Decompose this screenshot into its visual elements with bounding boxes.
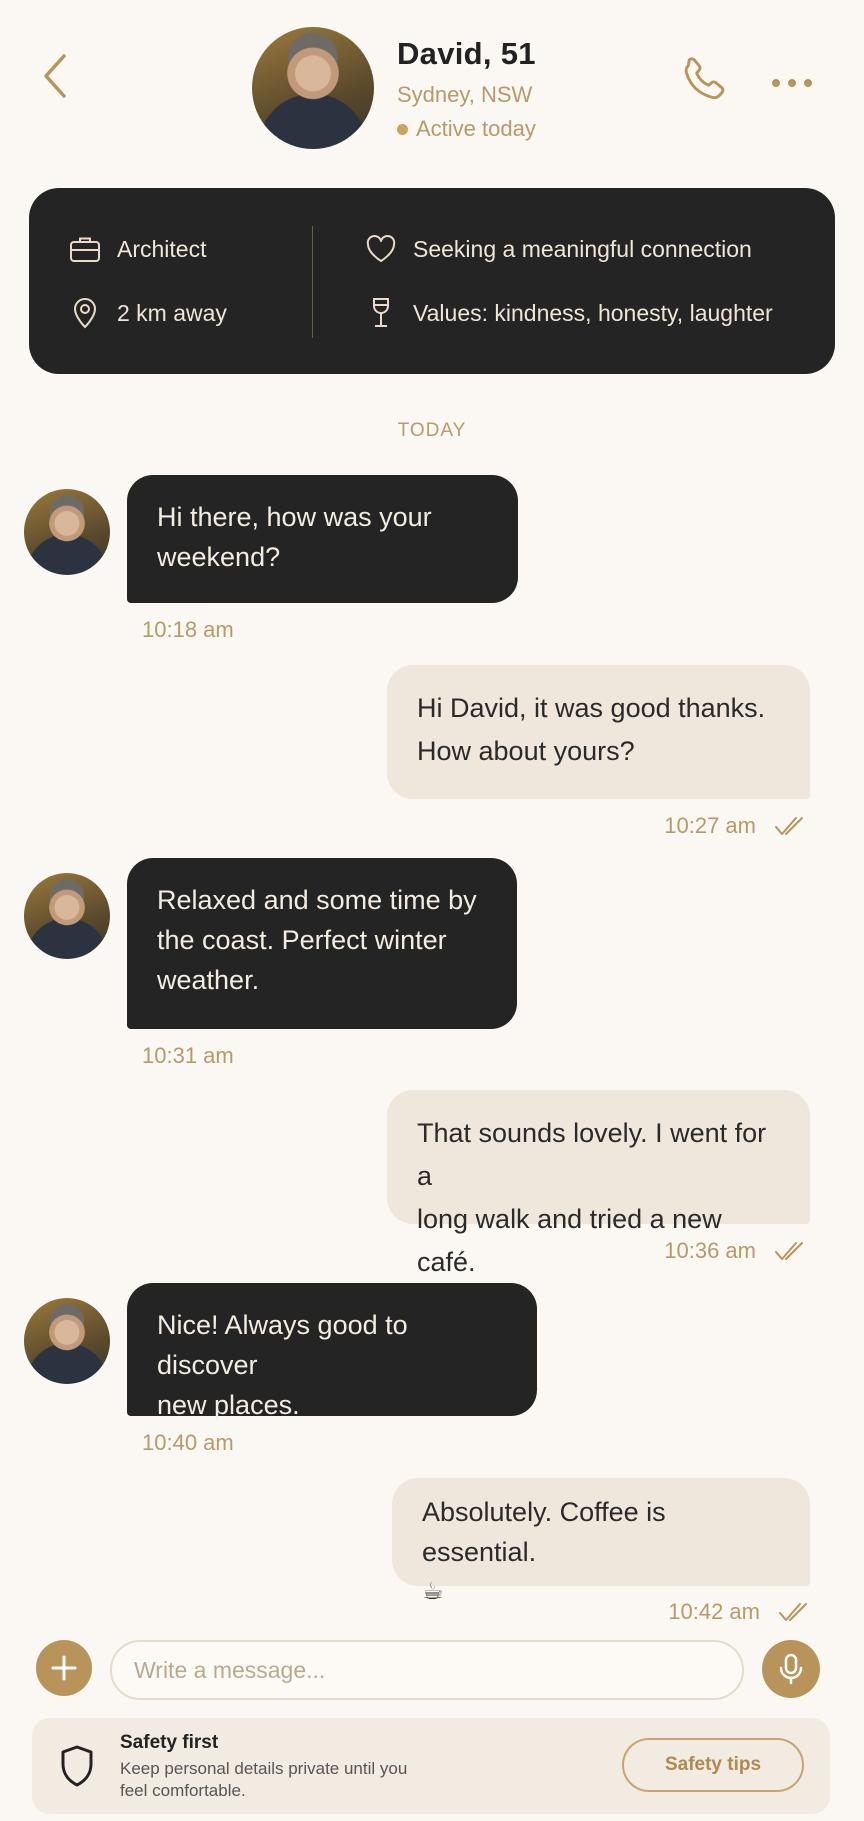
message-line: new places. — [157, 1390, 300, 1420]
values-text: Values: kindness, honesty, laughter — [413, 299, 773, 326]
seeking-row: Seeking a meaningful connection — [365, 234, 752, 264]
distance-row: 2 km away — [69, 296, 227, 330]
online-status: Active today — [397, 116, 536, 142]
message-line: Relaxed and some time by — [157, 885, 477, 915]
status-dot — [397, 123, 408, 135]
sender-avatar[interactable] — [24, 489, 110, 575]
message-line: Nice! Always good to discover — [157, 1310, 408, 1380]
message-timestamp: 10:18 am — [142, 617, 234, 642]
briefcase-icon — [70, 237, 100, 262]
occupation-row: Architect — [69, 234, 206, 264]
call-button[interactable] — [678, 52, 732, 106]
message-line: Hi David, it was good thanks. — [417, 693, 766, 723]
card-divider — [312, 226, 313, 338]
message-meta: 10:36 am — [664, 1238, 808, 1264]
message-line: Hi there, how was your — [157, 502, 432, 532]
safety-tips-button[interactable]: Safety tips — [622, 1738, 804, 1792]
phone-icon — [684, 57, 725, 100]
location-pin-icon — [73, 298, 97, 329]
safety-description: Keep personal details private until you … — [120, 1759, 408, 1800]
message-line: the coast. Perfect winter — [157, 925, 447, 955]
message-bubble-outgoing[interactable]: Absolutely. Coffee is essential. ☕ — [392, 1478, 810, 1605]
message-line: weekend? — [157, 542, 281, 572]
date-separator: TODAY — [397, 420, 467, 441]
message-timestamp: 10:36 am — [664, 1238, 756, 1263]
status-text: Active today — [416, 116, 536, 141]
message-input[interactable] — [110, 1640, 744, 1700]
message-meta: 10:42 am — [668, 1599, 812, 1625]
sender-avatar[interactable] — [24, 873, 110, 959]
message-bubble-outgoing[interactable]: That sounds lovely. I went for a long wa… — [387, 1090, 810, 1277]
message-line: How about yours? — [417, 736, 635, 766]
back-chevron-icon — [44, 54, 66, 98]
message-timestamp: 10:27 am — [664, 813, 756, 838]
sender-avatar[interactable] — [24, 1298, 110, 1384]
add-attachment-button[interactable] — [36, 1640, 92, 1696]
profile-avatar[interactable] — [252, 27, 374, 149]
message-meta: 10:27 am — [664, 813, 808, 839]
distance-text: 2 km away — [117, 299, 227, 326]
microphone-icon — [779, 1653, 803, 1685]
seeking-text: Seeking a meaningful connection — [413, 235, 752, 262]
occupation-text: Architect — [117, 235, 207, 262]
shield-icon — [61, 1745, 93, 1787]
voice-message-button[interactable] — [762, 1640, 820, 1698]
safety-banner: Safety first Keep personal details priva… — [32, 1718, 830, 1814]
message-line: Absolutely. Coffee is essential. — [422, 1497, 666, 1567]
profile-location: Sydney, NSW — [397, 82, 533, 107]
wine-glass-icon — [373, 298, 389, 327]
message-timestamp: 10:31 am — [142, 1043, 234, 1068]
message-bubble-incoming[interactable]: Relaxed and some time by the coast. Perf… — [127, 858, 517, 1029]
message-bubble-incoming[interactable]: Hi there, how was your weekend? — [127, 475, 518, 603]
values-row: Values: kindness, honesty, laughter — [365, 296, 773, 330]
double-check-icon — [775, 817, 803, 835]
message-timestamp: 10:40 am — [142, 1430, 234, 1455]
message-timestamp: 10:42 am — [668, 1599, 760, 1624]
double-check-icon — [779, 1603, 807, 1621]
message-line: That sounds lovely. I went for a — [417, 1118, 767, 1191]
message-bubble-incoming[interactable]: Nice! Always good to discover new places… — [127, 1283, 537, 1420]
back-button[interactable] — [38, 48, 74, 104]
profile-name[interactable]: David, 51 — [397, 36, 536, 72]
more-options-button[interactable] — [772, 74, 822, 88]
safety-title: Safety first — [120, 1732, 219, 1753]
more-dots-icon — [772, 79, 780, 87]
heart-icon — [366, 235, 396, 262]
plus-icon — [51, 1655, 77, 1681]
double-check-icon — [775, 1242, 803, 1260]
message-line: weather. — [157, 965, 260, 995]
message-bubble-outgoing[interactable]: Hi David, it was good thanks. How about … — [387, 665, 810, 799]
profile-info-card: Architect 2 km away Seeking a meaningful… — [29, 188, 835, 374]
